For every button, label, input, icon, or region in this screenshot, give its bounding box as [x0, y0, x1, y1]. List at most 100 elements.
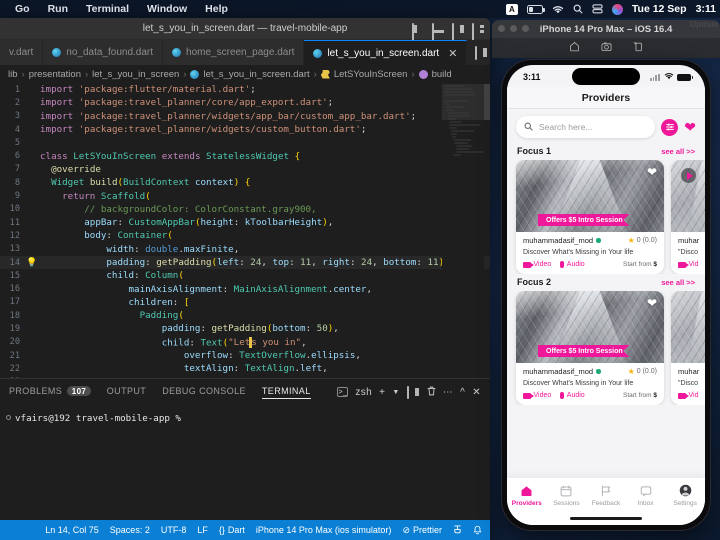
breadcrumb-lib[interactable]: lib — [8, 69, 18, 80]
code-line-2[interactable]: 2import 'package:travel_planner/core/app… — [0, 96, 490, 109]
heart-filled-icon[interactable]: ❤ — [684, 120, 696, 134]
code-line-4[interactable]: 4import 'package:travel_planner/widgets/… — [0, 123, 490, 136]
keyboard-input-icon[interactable]: A — [506, 4, 518, 15]
tab-settings[interactable]: Settings — [665, 484, 705, 507]
breadcrumb-folder[interactable]: let_s_you_in_screen — [92, 69, 179, 80]
tab-v-dart[interactable]: v.dart — [0, 40, 43, 65]
code-line-8[interactable]: 8 Widget build(BuildContext context) { — [0, 176, 490, 189]
panel-tab-problems[interactable]: PROBLEMS 107 — [9, 386, 91, 398]
split-terminal-icon[interactable] — [407, 387, 420, 398]
code-line-15[interactable]: 15 child: Column( — [0, 269, 490, 282]
filter-sliders-icon[interactable] — [661, 119, 678, 136]
status-eol[interactable]: LF — [197, 525, 208, 535]
card-row-focus-1[interactable]: ❤ Offers $5 Intro Session muhammadasif_m… — [507, 160, 705, 274]
battery-icon[interactable] — [527, 5, 543, 14]
video-chip[interactable]: Video — [523, 261, 551, 268]
video-chip[interactable]: Vid — [678, 261, 699, 268]
status-formatter[interactable]: ⊘ Prettier — [402, 525, 442, 536]
breadcrumb-presentation[interactable]: presentation — [29, 69, 81, 80]
play-icon[interactable] — [681, 168, 696, 183]
code-line-16[interactable]: 16 mainAxisAlignment: MainAxisAlignment.… — [0, 282, 490, 295]
editor-minimap[interactable] — [442, 84, 484, 376]
spotlight-search-icon[interactable] — [573, 4, 583, 14]
tab-no-data-found[interactable]: no_data_found.dart — [43, 40, 163, 65]
toggle-panel-icon[interactable] — [432, 24, 445, 35]
close-panel-icon[interactable]: ✕ — [472, 387, 481, 398]
code-editor[interactable]: 1import 'package:flutter/material.dart';… — [0, 83, 490, 378]
chevron-down-icon[interactable]: ▼ — [392, 389, 399, 396]
video-chip[interactable]: Vid — [678, 392, 699, 399]
code-line-19[interactable]: 19 padding: getPadding(bottom: 50), — [0, 322, 490, 335]
notifications-bell-icon[interactable] — [473, 525, 482, 535]
see-all-link[interactable]: see all >> — [661, 278, 695, 287]
customize-layout-icon[interactable] — [472, 24, 485, 35]
toggle-secondary-sidebar-icon[interactable] — [452, 24, 465, 35]
search-input[interactable]: Search here... — [516, 116, 655, 138]
status-cursor-position[interactable]: Ln 14, Col 75 — [45, 525, 99, 535]
code-line-9[interactable]: 9 return Scaffold( — [0, 189, 490, 202]
status-language-mode[interactable]: {} Dart — [219, 525, 245, 535]
zoom-window-button[interactable] — [522, 25, 529, 32]
remote-window-icon[interactable] — [453, 525, 462, 535]
code-line-21[interactable]: 21 overflow: TextOverflow.ellipsis, — [0, 349, 490, 362]
tab-feedback[interactable]: Feedback — [586, 484, 626, 507]
terminal-output[interactable]: vfairs@192 travel-mobile-app % — [0, 405, 490, 432]
code-line-5[interactable]: 5 — [0, 136, 490, 149]
code-line-11[interactable]: 11 appBar: CustomAppBar(height: kToolbar… — [0, 216, 490, 229]
tab-providers[interactable]: Providers — [507, 484, 547, 507]
provider-card[interactable]: ❤ Offers $5 Intro Session muhammadasif_m… — [516, 160, 664, 274]
code-line-17[interactable]: 17 children: [ — [0, 296, 490, 309]
quick-fix-lightbulb-icon[interactable]: 💡 — [26, 258, 38, 268]
code-line-20[interactable]: 20 child: Text("Lets you in", — [0, 336, 490, 349]
new-terminal-icon[interactable]: + — [379, 387, 385, 398]
video-chip[interactable]: Video — [523, 392, 551, 399]
card-row-focus-2[interactable]: ❤ Offers $5 Intro Session muhammadasif_m… — [507, 291, 705, 405]
tab-home-screen-page[interactable]: home_screen_page.dart — [163, 40, 304, 65]
panel-tab-output[interactable]: OUTPUT — [107, 386, 146, 398]
status-device[interactable]: iPhone 14 Pro Max (ios simulator) — [256, 525, 392, 535]
close-icon[interactable]: ✕ — [448, 47, 457, 60]
maximize-panel-icon[interactable]: ^ — [460, 387, 465, 398]
code-lines-container[interactable]: 1import 'package:flutter/material.dart';… — [0, 83, 490, 378]
code-line-7[interactable]: 7 @override — [0, 163, 490, 176]
shell-name[interactable]: zsh — [355, 387, 372, 398]
split-editor-icon[interactable] — [475, 47, 488, 58]
tab-inbox[interactable]: Inbox — [626, 484, 666, 507]
minimize-window-button[interactable] — [510, 25, 517, 32]
menubar-time[interactable]: 3:11 — [696, 3, 716, 15]
menu-terminal[interactable]: Terminal — [77, 3, 138, 15]
provider-card-partial[interactable]: muhar "Disco Vid — [671, 160, 705, 274]
code-line-10[interactable]: 10 // backgroundColor: ColorConstant.gra… — [0, 203, 490, 216]
code-line-3[interactable]: 3import 'package:travel_planner/widgets/… — [0, 110, 490, 123]
screenshot-icon[interactable] — [601, 39, 612, 57]
code-line-13[interactable]: 13 width: double.maxFinite, — [0, 243, 490, 256]
iphone-screen[interactable]: 3:11 Providers S — [507, 65, 705, 525]
breadcrumb-class[interactable]: LetSYouInScreen — [334, 69, 408, 80]
panel-tab-debug-console[interactable]: DEBUG CONSOLE — [162, 386, 246, 398]
menu-window[interactable]: Window — [138, 3, 196, 15]
code-line-22[interactable]: 22 textAlign: TextAlign.left, — [0, 362, 490, 375]
siri-icon[interactable] — [612, 4, 623, 15]
audio-chip[interactable]: Audio — [560, 261, 584, 268]
code-line-6[interactable]: 6class LetSYouInScreen extends Stateless… — [0, 149, 490, 162]
kill-terminal-icon[interactable] — [427, 386, 436, 399]
home-icon[interactable] — [569, 39, 580, 57]
status-indentation[interactable]: Spaces: 2 — [110, 525, 150, 535]
panel-tab-terminal[interactable]: TERMINAL — [262, 386, 311, 399]
tab-sessions[interactable]: Sessions — [547, 484, 587, 507]
control-center-icon[interactable] — [592, 4, 603, 14]
rotate-icon[interactable] — [633, 39, 644, 57]
menu-help[interactable]: Help — [196, 3, 237, 15]
code-line-12[interactable]: 12 body: Container( — [0, 229, 490, 242]
heart-outline-icon[interactable]: ❤ — [647, 166, 657, 178]
provider-card[interactable]: ❤ Offers $5 Intro Session muhammadasif_m… — [516, 291, 664, 405]
code-line-18[interactable]: 18 Padding( — [0, 309, 490, 322]
editor-scrollbar[interactable] — [484, 84, 490, 120]
code-line-14[interactable]: 14💡 padding: getPadding(left: 24, top: 1… — [0, 256, 490, 269]
toggle-primary-sidebar-icon[interactable] — [412, 24, 425, 35]
menu-go[interactable]: Go — [6, 3, 39, 15]
code-line-1[interactable]: 1import 'package:flutter/material.dart'; — [0, 83, 490, 96]
heart-outline-icon[interactable]: ❤ — [647, 297, 657, 309]
menubar-date[interactable]: Tue 12 Sep — [632, 3, 687, 15]
wifi-icon[interactable] — [552, 5, 564, 14]
